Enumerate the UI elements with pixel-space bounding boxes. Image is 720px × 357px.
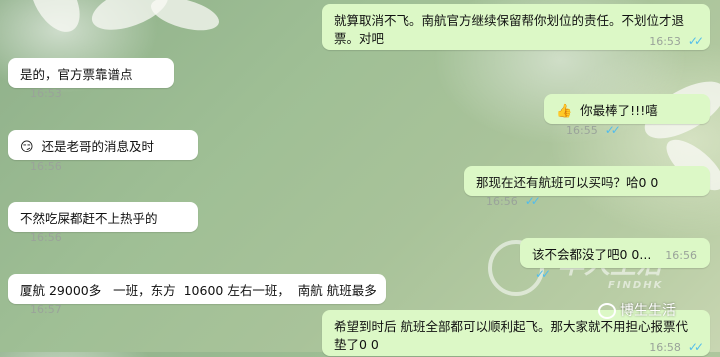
read-receipt-icon: ✓✓ [687,34,704,48]
read-receipt-icon: ✓✓ [535,267,551,281]
background-flower-petal [147,0,223,37]
message-bubble-outgoing[interactable]: 👍 你最棒了!!!嘻 16:55 ✓✓ [544,94,710,137]
message-time: 16:57 [30,303,62,316]
message-bubble-outgoing[interactable]: 那现在还有航班可以买吗？哈0 0 16:56 ✓✓ [464,166,710,208]
message-text: 希望到时后 航班全部都可以顺利起飞。那大家就不用担心报票代垫了0 0 [334,319,688,352]
message-bubble-incoming[interactable]: 厦航 29000多 一班，东方 10600 左右一班， 南航 航班最多 16:5… [8,274,386,316]
background-flower-petal [20,0,90,41]
message-time: 16:56 [30,160,62,173]
message-text: 不然吃屎都赶不上热乎的 [20,211,158,226]
message-time: 16:56 [30,231,62,244]
message-time: 16:56 [665,249,697,262]
message-bubble-outgoing[interactable]: 该不会都没了吧0 0... 16:56 ✓✓ [520,238,710,281]
account-name: 博生生活 [620,303,676,319]
message-text: 还是老哥的消息及时 [41,139,155,154]
message-time: 16:55 [566,124,598,137]
message-time: 16:53 [30,87,62,100]
message-bubble-outgoing[interactable]: 就算取消不飞。南航官方继续保留帮你划位的责任。不划位才退票。对吧 16:53 ✓… [322,4,710,50]
wechat-icon [598,303,616,319]
message-bubble-incoming[interactable]: 不然吃屎都赶不上热乎的 16:56 [8,202,198,244]
message-text: 厦航 29000多 一班，东方 10600 左右一班， 南航 航班最多 [20,283,377,298]
thumbs-up-emoji-icon: 👍 [556,104,573,119]
read-receipt-icon: ✓✓ [604,123,621,137]
message-text: 那现在还有航班可以买吗？哈0 0 [476,175,659,190]
watermark-subtext: FINDHK [608,280,664,291]
message-text: 该不会都没了吧0 0... [532,247,652,262]
message-time: 16:58 [649,341,681,354]
smirk-emoji-icon: 😏 [20,140,34,155]
message-bubble-incoming[interactable]: 是的，官方票靠谱点 16:53 [8,58,174,100]
message-bubble-incoming[interactable]: 😏 还是老哥的消息及时 16:56 [8,130,198,173]
message-time: 16:53 [649,35,681,48]
message-text: 是的，官方票靠谱点 [20,67,133,82]
message-text: 你最棒了!!!嘻 [580,103,658,118]
message-text: 就算取消不飞。南航官方继续保留帮你划位的责任。不划位才退票。对吧 [334,13,685,46]
read-receipt-icon: ✓✓ [524,194,541,208]
account-watermark: 博生生活 [598,300,676,320]
message-time: 16:56 [486,195,518,208]
